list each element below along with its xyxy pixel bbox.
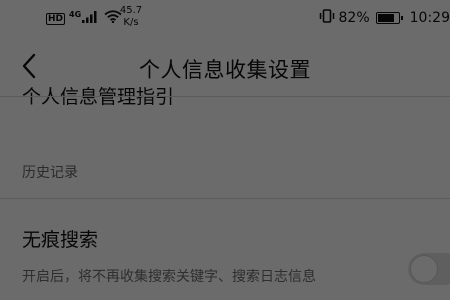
status-right: 82% 10:29 — [319, 9, 450, 27]
network-speed-value: 45.7 — [119, 5, 143, 16]
battery-icon — [375, 12, 403, 24]
setting-row-incognito-search[interactable]: 无痕搜索 开启后，将不再收集搜索关键字、搜索日志信息 — [0, 199, 450, 300]
network-speed: 45.7 K/s — [118, 5, 144, 29]
screen: HD 4G 45.7 K/s 82% 10:29 个人信息收集设置 个人信息管理… — [0, 0, 450, 300]
divider — [0, 96, 450, 97]
section-header-history: 历史记录 — [22, 165, 78, 181]
network-speed-unit: K/s — [123, 17, 139, 28]
page-title: 个人信息收集设置 — [139, 58, 311, 82]
cellular-signal-icon — [82, 10, 98, 27]
status-left: HD 4G — [46, 10, 122, 27]
battery-percent: 82% — [338, 10, 370, 26]
incognito-search-toggle[interactable] — [408, 253, 450, 285]
setting-title: 无痕搜索 — [22, 229, 99, 251]
network-type: 4G — [69, 10, 82, 19]
status-bar: HD 4G 45.7 K/s 82% 10:29 — [0, 0, 450, 36]
toggle-knob — [410, 255, 438, 283]
hd-badge: HD — [46, 12, 66, 25]
setting-description: 开启后，将不再收集搜索关键字、搜索日志信息 — [22, 269, 316, 285]
vibrate-icon — [319, 9, 335, 27]
clock: 10:29 — [409, 10, 450, 26]
content-area: 个人信息管理指引 历史记录 无痕搜索 开启后，将不再收集搜索关键字、搜索日志信息 — [0, 86, 450, 300]
